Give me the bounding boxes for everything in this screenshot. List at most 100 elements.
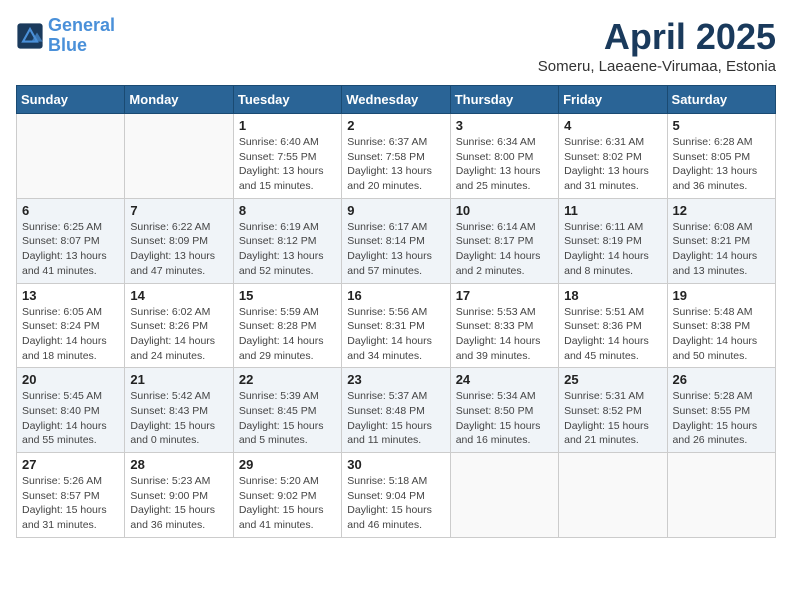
sunrise-label: Sunrise: 6:05 AM <box>22 306 102 318</box>
day-number: 6 <box>22 203 119 218</box>
calendar-cell: 17 Sunrise: 5:53 AM Sunset: 8:33 PM Dayl… <box>450 283 558 368</box>
day-number: 12 <box>673 203 770 218</box>
sunset-label: Sunset: 8:45 PM <box>239 405 317 417</box>
daylight-label: Daylight: 15 hours and 5 minutes. <box>239 420 324 447</box>
logo-text: General Blue <box>48 16 115 56</box>
day-info: Sunrise: 6:19 AM Sunset: 8:12 PM Dayligh… <box>239 220 336 279</box>
sunset-label: Sunset: 8:31 PM <box>347 320 425 332</box>
page-header: General Blue April 2025 Someru, Laeaene-… <box>16 16 776 75</box>
sunrise-label: Sunrise: 6:22 AM <box>130 221 210 233</box>
sunrise-label: Sunrise: 6:34 AM <box>456 136 536 148</box>
calendar-cell: 15 Sunrise: 5:59 AM Sunset: 8:28 PM Dayl… <box>233 283 341 368</box>
sunset-label: Sunset: 9:04 PM <box>347 490 425 502</box>
daylight-label: Daylight: 13 hours and 57 minutes. <box>347 250 432 277</box>
calendar-cell: 12 Sunrise: 6:08 AM Sunset: 8:21 PM Dayl… <box>667 198 775 283</box>
calendar-cell: 20 Sunrise: 5:45 AM Sunset: 8:40 PM Dayl… <box>17 368 125 453</box>
day-info: Sunrise: 6:25 AM Sunset: 8:07 PM Dayligh… <box>22 220 119 279</box>
daylight-label: Daylight: 14 hours and 29 minutes. <box>239 335 324 362</box>
sunrise-label: Sunrise: 5:39 AM <box>239 390 319 402</box>
logo: General Blue <box>16 16 115 56</box>
sunrise-label: Sunrise: 5:23 AM <box>130 475 210 487</box>
day-info: Sunrise: 6:14 AM Sunset: 8:17 PM Dayligh… <box>456 220 553 279</box>
daylight-label: Daylight: 14 hours and 55 minutes. <box>22 420 107 447</box>
daylight-label: Daylight: 13 hours and 41 minutes. <box>22 250 107 277</box>
sunrise-label: Sunrise: 5:28 AM <box>673 390 753 402</box>
sunrise-label: Sunrise: 6:31 AM <box>564 136 644 148</box>
day-info: Sunrise: 6:37 AM Sunset: 7:58 PM Dayligh… <box>347 135 444 194</box>
day-number: 14 <box>130 288 227 303</box>
calendar-cell <box>125 114 233 199</box>
sunset-label: Sunset: 8:57 PM <box>22 490 100 502</box>
day-info: Sunrise: 5:42 AM Sunset: 8:43 PM Dayligh… <box>130 389 227 448</box>
sunset-label: Sunset: 8:33 PM <box>456 320 534 332</box>
day-info: Sunrise: 6:34 AM Sunset: 8:00 PM Dayligh… <box>456 135 553 194</box>
daylight-label: Daylight: 13 hours and 20 minutes. <box>347 165 432 192</box>
day-info: Sunrise: 5:20 AM Sunset: 9:02 PM Dayligh… <box>239 474 336 533</box>
calendar-cell: 26 Sunrise: 5:28 AM Sunset: 8:55 PM Dayl… <box>667 368 775 453</box>
day-number: 18 <box>564 288 661 303</box>
day-number: 5 <box>673 118 770 133</box>
day-info: Sunrise: 5:39 AM Sunset: 8:45 PM Dayligh… <box>239 389 336 448</box>
calendar-cell: 21 Sunrise: 5:42 AM Sunset: 8:43 PM Dayl… <box>125 368 233 453</box>
sunrise-label: Sunrise: 6:14 AM <box>456 221 536 233</box>
day-info: Sunrise: 5:59 AM Sunset: 8:28 PM Dayligh… <box>239 305 336 364</box>
sunrise-label: Sunrise: 5:42 AM <box>130 390 210 402</box>
day-info: Sunrise: 5:34 AM Sunset: 8:50 PM Dayligh… <box>456 389 553 448</box>
day-number: 27 <box>22 457 119 472</box>
daylight-label: Daylight: 15 hours and 21 minutes. <box>564 420 649 447</box>
daylight-label: Daylight: 15 hours and 11 minutes. <box>347 420 432 447</box>
logo-icon <box>16 22 44 50</box>
daylight-label: Daylight: 13 hours and 36 minutes. <box>673 165 758 192</box>
calendar-cell: 22 Sunrise: 5:39 AM Sunset: 8:45 PM Dayl… <box>233 368 341 453</box>
sunrise-label: Sunrise: 5:34 AM <box>456 390 536 402</box>
daylight-label: Daylight: 13 hours and 25 minutes. <box>456 165 541 192</box>
calendar-cell: 23 Sunrise: 5:37 AM Sunset: 8:48 PM Dayl… <box>342 368 450 453</box>
calendar-cell: 19 Sunrise: 5:48 AM Sunset: 8:38 PM Dayl… <box>667 283 775 368</box>
weekday-header: Wednesday <box>342 86 450 114</box>
sunrise-label: Sunrise: 6:19 AM <box>239 221 319 233</box>
calendar-cell <box>17 114 125 199</box>
day-info: Sunrise: 5:45 AM Sunset: 8:40 PM Dayligh… <box>22 389 119 448</box>
day-number: 23 <box>347 372 444 387</box>
day-info: Sunrise: 6:05 AM Sunset: 8:24 PM Dayligh… <box>22 305 119 364</box>
day-number: 21 <box>130 372 227 387</box>
sunrise-label: Sunrise: 5:26 AM <box>22 475 102 487</box>
sunset-label: Sunset: 7:55 PM <box>239 151 317 163</box>
calendar-row: 27 Sunrise: 5:26 AM Sunset: 8:57 PM Dayl… <box>17 453 776 538</box>
day-info: Sunrise: 6:31 AM Sunset: 8:02 PM Dayligh… <box>564 135 661 194</box>
day-number: 17 <box>456 288 553 303</box>
daylight-label: Daylight: 13 hours and 31 minutes. <box>564 165 649 192</box>
calendar-cell: 4 Sunrise: 6:31 AM Sunset: 8:02 PM Dayli… <box>559 114 667 199</box>
sunset-label: Sunset: 8:40 PM <box>22 405 100 417</box>
weekday-header: Thursday <box>450 86 558 114</box>
daylight-label: Daylight: 14 hours and 24 minutes. <box>130 335 215 362</box>
day-number: 20 <box>22 372 119 387</box>
sunset-label: Sunset: 8:12 PM <box>239 235 317 247</box>
daylight-label: Daylight: 13 hours and 52 minutes. <box>239 250 324 277</box>
day-number: 26 <box>673 372 770 387</box>
sunrise-label: Sunrise: 5:45 AM <box>22 390 102 402</box>
calendar-row: 1 Sunrise: 6:40 AM Sunset: 7:55 PM Dayli… <box>17 114 776 199</box>
calendar-cell: 11 Sunrise: 6:11 AM Sunset: 8:19 PM Dayl… <box>559 198 667 283</box>
weekday-header: Monday <box>125 86 233 114</box>
sunset-label: Sunset: 8:36 PM <box>564 320 642 332</box>
calendar-cell <box>667 453 775 538</box>
calendar-cell: 9 Sunrise: 6:17 AM Sunset: 8:14 PM Dayli… <box>342 198 450 283</box>
day-number: 19 <box>673 288 770 303</box>
day-info: Sunrise: 5:28 AM Sunset: 8:55 PM Dayligh… <box>673 389 770 448</box>
daylight-label: Daylight: 14 hours and 50 minutes. <box>673 335 758 362</box>
sunset-label: Sunset: 8:28 PM <box>239 320 317 332</box>
daylight-label: Daylight: 15 hours and 0 minutes. <box>130 420 215 447</box>
calendar-cell: 25 Sunrise: 5:31 AM Sunset: 8:52 PM Dayl… <box>559 368 667 453</box>
day-number: 25 <box>564 372 661 387</box>
sunrise-label: Sunrise: 6:02 AM <box>130 306 210 318</box>
sunset-label: Sunset: 8:00 PM <box>456 151 534 163</box>
weekday-header: Tuesday <box>233 86 341 114</box>
calendar-cell <box>450 453 558 538</box>
calendar-cell: 14 Sunrise: 6:02 AM Sunset: 8:26 PM Dayl… <box>125 283 233 368</box>
day-number: 9 <box>347 203 444 218</box>
sunset-label: Sunset: 8:50 PM <box>456 405 534 417</box>
sunrise-label: Sunrise: 5:56 AM <box>347 306 427 318</box>
sunrise-label: Sunrise: 5:31 AM <box>564 390 644 402</box>
calendar-cell: 18 Sunrise: 5:51 AM Sunset: 8:36 PM Dayl… <box>559 283 667 368</box>
